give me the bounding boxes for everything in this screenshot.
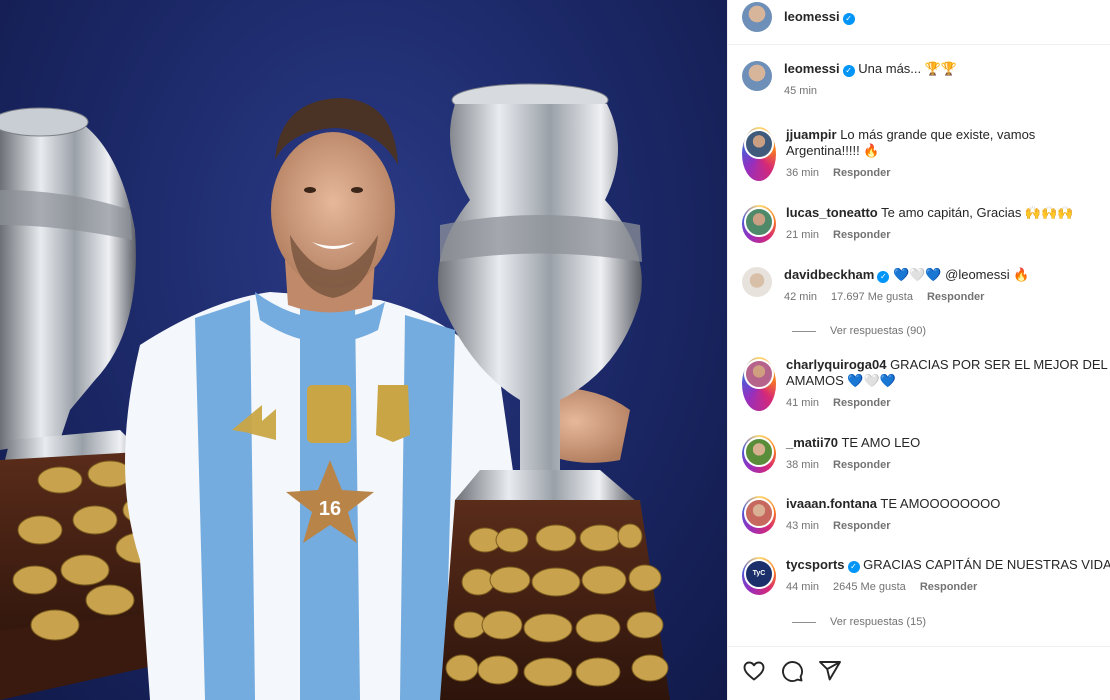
comment-time: 21 min [786, 229, 820, 241]
comment-username[interactable]: lucas_toneatto [786, 205, 878, 220]
caption-time: 45 min [784, 85, 818, 97]
like-count[interactable]: 2645 Me gusta [833, 581, 906, 593]
verified-icon: ✓ [877, 271, 890, 283]
reply-button[interactable]: Responder [833, 520, 890, 532]
fifa-badge [307, 385, 351, 443]
verified-icon: ✓ [842, 13, 855, 25]
post-caption: leomessi ✓ Una más... 🏆🏆 45 min [742, 61, 1110, 99]
comment-avatar[interactable] [742, 205, 776, 243]
photo-illustration: 16 [0, 83, 670, 700]
post-photo: 16 [0, 0, 727, 700]
comment-time: 43 min [786, 520, 820, 532]
comment-avatar[interactable] [742, 496, 776, 534]
comment-text: 💙🤍💙 @leomessi 🔥 [892, 267, 1030, 282]
comment-text: TE AMO LEO [841, 435, 921, 450]
reply-button[interactable]: Responder [833, 167, 890, 179]
comment-username[interactable]: jjuampir [786, 127, 837, 142]
comment-avatar[interactable] [742, 357, 776, 411]
reply-button[interactable]: Responder [833, 459, 890, 471]
comment-icon[interactable] [780, 659, 804, 683]
comment-avatar[interactable]: TyC [742, 557, 776, 595]
like-count[interactable]: 17.697 Me gusta [831, 291, 913, 303]
share-icon[interactable] [818, 659, 842, 683]
svg-text:16: 16 [319, 498, 341, 520]
view-replies-button[interactable]: Ver respuestas (15) [792, 616, 926, 628]
comment-item: TyC tycsports ✓ GRACIAS CAPITÁN DE NUESTR… [742, 557, 1110, 595]
comment-username[interactable]: davidbeckham ✓ [784, 267, 890, 283]
comment-item: jjuampir Lo más grande que existe, vamos… [742, 127, 1110, 181]
reply-button[interactable]: Responder [833, 229, 890, 241]
comment-time: 41 min [786, 397, 820, 409]
comment-text: Te amo capitán, Gracias 🙌🙌🙌 [881, 205, 1074, 220]
comment-username[interactable]: ivaaan.fontana [786, 496, 877, 511]
verified-icon: ✓ [847, 561, 860, 573]
comment-text-line2: AMAMOS 💙🤍💙 [786, 373, 896, 388]
post-header: leomessi ✓ [728, 0, 1110, 34]
replies-line [792, 621, 816, 623]
comment-time: 44 min [786, 581, 820, 593]
afa-crest [376, 385, 410, 442]
post-action-bar [728, 646, 1110, 700]
comment-username[interactable]: tycsports ✓ [786, 557, 860, 573]
view-replies-button[interactable]: Ver respuestas (90) [792, 325, 926, 337]
comment-time: 36 min [786, 167, 820, 179]
comment-item: ivaaan.fontana TE AMOOOOOOOO 43 min Respo… [742, 496, 1110, 534]
comment-list[interactable]: leomessi ✓ Una más... 🏆🏆 45 min jjuampir … [728, 45, 1110, 645]
player-face [271, 132, 395, 288]
comment-text: GRACIAS POR SER EL MEJOR DEL MUN [890, 357, 1110, 372]
comment-text: GRACIAS CAPITÁN DE NUESTRAS VIDAS 💙 [863, 557, 1110, 572]
comment-avatar[interactable] [742, 267, 772, 297]
caption-text: Una más... 🏆🏆 [858, 61, 958, 76]
replies-line [792, 330, 816, 332]
caption-avatar[interactable] [742, 61, 772, 91]
comment-avatar[interactable] [742, 127, 776, 181]
view-replies-label: Ver respuestas (90) [830, 325, 926, 337]
comment-item: davidbeckham ✓ 💙🤍💙 @leomessi 🔥 42 min 17.6… [742, 267, 1110, 305]
comment-time: 42 min [784, 291, 818, 303]
verified-icon: ✓ [842, 65, 855, 77]
comment-text: TE AMOOOOOOOO [880, 496, 1001, 511]
instagram-post-view: 16 leomessi ✓ leomessi ✓ Una más... 🏆🏆 4… [0, 0, 1110, 700]
reply-button[interactable]: Responder [920, 581, 977, 593]
comment-username[interactable]: _matii70 [786, 435, 838, 450]
comment-username[interactable]: charlyquiroga04 [786, 357, 886, 372]
comment-item: charlyquiroga04 GRACIAS POR SER EL MEJOR… [742, 357, 1110, 411]
author-avatar[interactable] [742, 2, 772, 32]
reply-button[interactable]: Responder [927, 291, 984, 303]
author-username[interactable]: leomessi ✓ [784, 9, 855, 25]
comment-time: 38 min [786, 459, 820, 471]
comment-item: lucas_toneatto Te amo capitán, Gracias 🙌… [742, 205, 1110, 243]
view-replies-label: Ver respuestas (15) [830, 616, 926, 628]
comment-avatar[interactable] [742, 435, 776, 473]
comment-item: _matii70 TE AMO LEO 38 min Responder [742, 435, 1110, 473]
caption-username[interactable]: leomessi ✓ [784, 61, 855, 77]
heart-icon[interactable] [742, 659, 766, 683]
comments-panel: leomessi ✓ leomessi ✓ Una más... 🏆🏆 45 min… [727, 0, 1110, 700]
reply-button[interactable]: Responder [833, 397, 890, 409]
